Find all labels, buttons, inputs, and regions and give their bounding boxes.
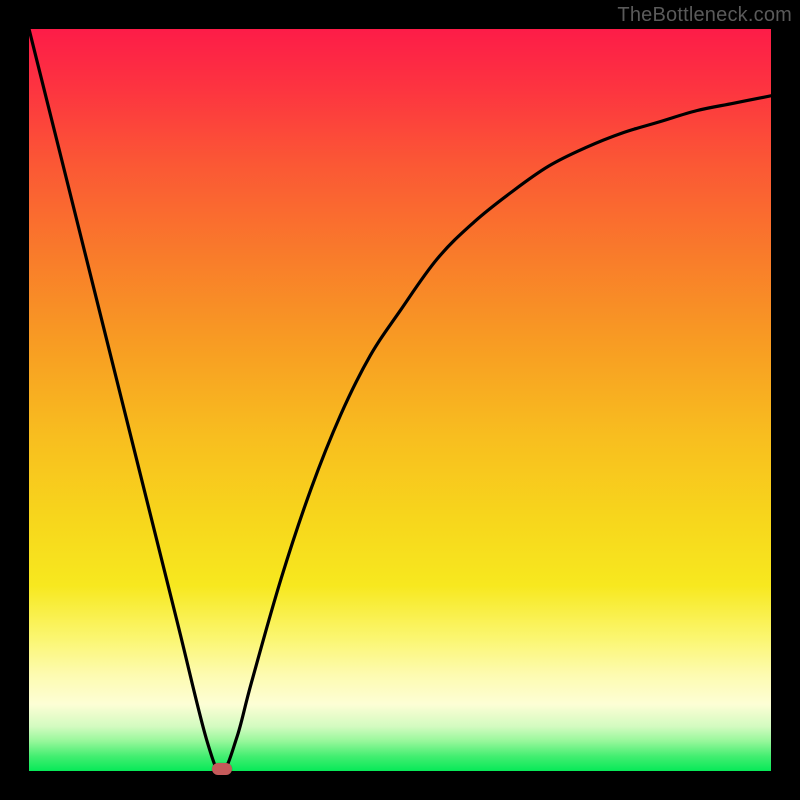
curve-svg [29,29,771,771]
chart-stage: TheBottleneck.com [0,0,800,800]
minimum-marker [212,763,232,775]
bottleneck-curve [29,29,771,771]
watermark-text: TheBottleneck.com [617,4,792,27]
plot-area [29,29,771,771]
